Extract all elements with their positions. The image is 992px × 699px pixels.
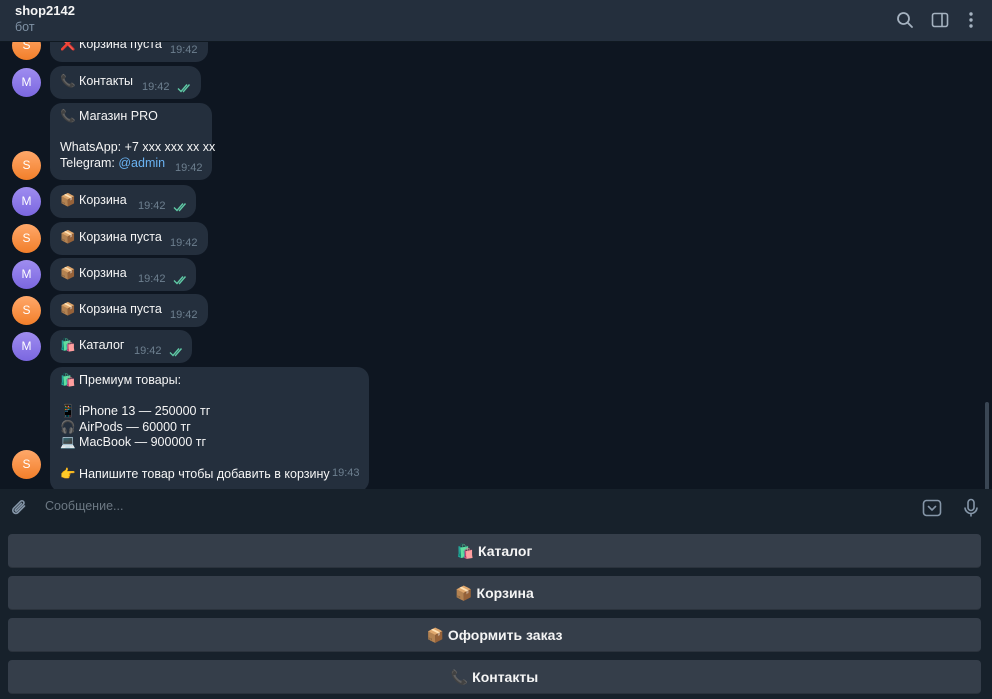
- avatar[interactable]: S: [12, 151, 41, 180]
- keyboard-button-cart[interactable]: 📦 Корзина: [8, 576, 981, 610]
- sidebar-toggle-icon[interactable]: [930, 10, 950, 30]
- avatar[interactable]: S: [12, 224, 41, 253]
- microphone-icon[interactable]: [961, 498, 981, 518]
- chat-header: shop2142 бот: [0, 0, 992, 42]
- message-time: 19:42: [134, 345, 162, 357]
- message-text: 📦 Корзина пуста: [60, 230, 162, 244]
- message-bubble[interactable]: 📦 Корзина 19:42: [50, 258, 196, 291]
- message-bubble[interactable]: 📦 Корзина 19:42: [50, 185, 196, 218]
- message-time: 19:42: [142, 81, 170, 93]
- message-text: 🛍️ Каталог: [60, 338, 125, 352]
- message-time: 19:42: [170, 309, 198, 321]
- message-text: 📦 Корзина пуста: [60, 302, 162, 316]
- keyboard-button-catalog[interactable]: 🛍️ Каталог: [8, 534, 981, 568]
- message-time: 19:42: [138, 200, 166, 212]
- avatar[interactable]: S: [12, 450, 41, 479]
- message-bubble[interactable]: 📞 Контакты 19:42: [50, 66, 201, 99]
- keyboard-button-contacts[interactable]: 📞 Контакты: [8, 660, 981, 694]
- keyboard-button-checkout[interactable]: 📦 Оформить заказ: [8, 618, 981, 652]
- message-composer: Сообщение...: [0, 489, 992, 527]
- avatar[interactable]: M: [12, 332, 41, 361]
- double-check-icon: [169, 347, 185, 357]
- message-text: 📞 Контакты: [60, 74, 134, 88]
- message-list[interactable]: S ❌ Корзина пуста 19:42 M 📞 Контакты 19:…: [0, 42, 992, 489]
- chat-scrollbar[interactable]: [985, 402, 989, 489]
- message-text: 🛍️ Премиум товары: 📱 iPhone 13 — 250000 …: [60, 373, 330, 481]
- double-check-icon: [173, 275, 189, 285]
- message-time: 19:42: [175, 162, 203, 174]
- message-bubble[interactable]: 📦 Корзина пуста 19:42: [50, 222, 208, 255]
- double-check-icon: [177, 83, 193, 93]
- avatar[interactable]: M: [12, 187, 41, 216]
- bot-keyboard-toggle-icon[interactable]: [922, 498, 942, 518]
- avatar[interactable]: S: [12, 296, 41, 325]
- message-time: 19:43: [332, 467, 360, 479]
- avatar[interactable]: S: [12, 42, 41, 60]
- message-time: 19:42: [170, 44, 198, 56]
- search-icon[interactable]: [895, 10, 915, 30]
- message-bubble[interactable]: 🛍️ Премиум товары: 📱 iPhone 13 — 250000 …: [50, 367, 369, 489]
- double-check-icon: [173, 202, 189, 212]
- message-text: ❌ Корзина пуста: [60, 42, 162, 51]
- chat-subtitle: бот: [15, 20, 35, 34]
- message-text: 📦 Корзина: [60, 193, 127, 207]
- more-vertical-icon[interactable]: [961, 10, 981, 30]
- message-bubble[interactable]: 📦 Корзина пуста 19:42: [50, 294, 208, 327]
- chat-title[interactable]: shop2142: [15, 3, 75, 18]
- message-text: 📦 Корзина: [60, 266, 127, 280]
- message-time: 19:42: [170, 237, 198, 249]
- message-bubble[interactable]: 📞 Магазин PRO WhatsApp: +7 xxx xxx xx xx…: [50, 103, 215, 180]
- avatar[interactable]: M: [12, 260, 41, 289]
- message-bubble[interactable]: ❌ Корзина пуста 19:42: [50, 42, 208, 62]
- admin-link[interactable]: @admin: [118, 156, 165, 170]
- paperclip-icon[interactable]: [10, 498, 30, 518]
- message-input[interactable]: Сообщение...: [45, 499, 123, 513]
- message-bubble[interactable]: 🛍️ Каталог 19:42: [50, 330, 192, 363]
- avatar[interactable]: M: [12, 68, 41, 97]
- message-time: 19:42: [138, 273, 166, 285]
